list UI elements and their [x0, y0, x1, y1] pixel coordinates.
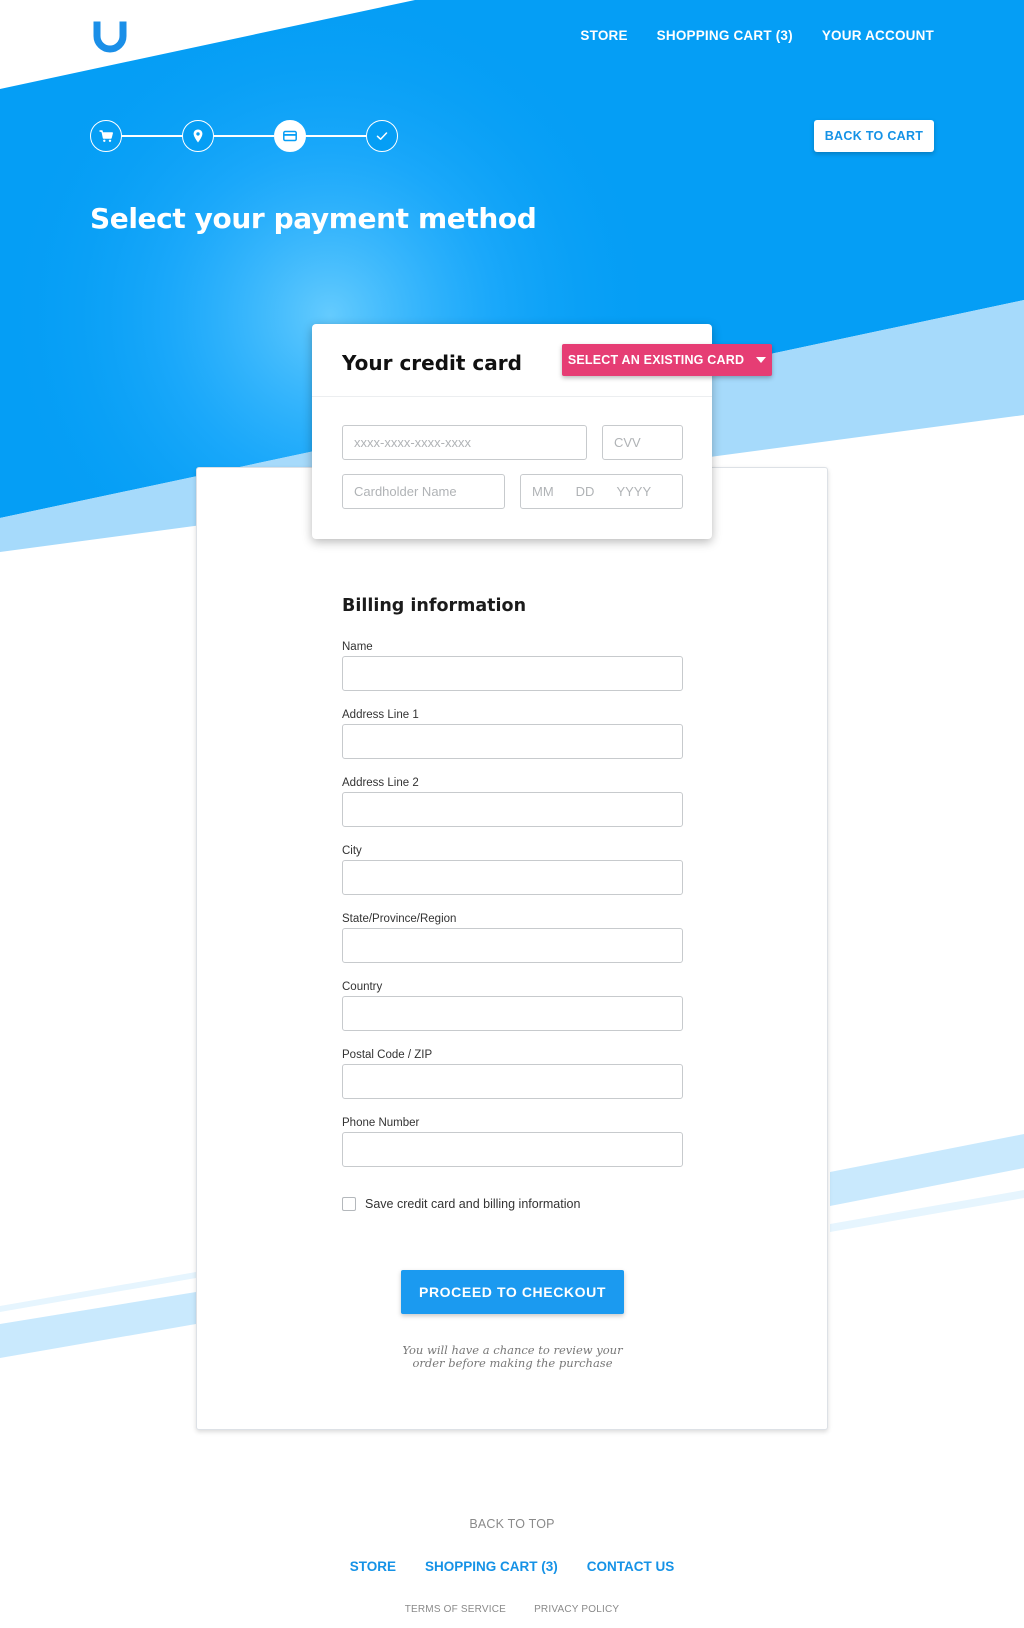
country-label: Country — [342, 981, 383, 993]
review-note: You will have a chance to review your or… — [402, 1343, 623, 1370]
billing-title: Billing information — [342, 596, 527, 616]
proceed-to-checkout-button[interactable]: PROCEED TO CHECKOUT — [401, 1270, 624, 1314]
checkmark-icon — [376, 132, 388, 140]
footer-legal: TERMS OF SERVICE PRIVACY POLICY — [0, 1604, 1024, 1615]
stepper-connector — [121, 135, 183, 137]
footer-store-link[interactable]: STORE — [350, 1559, 396, 1574]
address-line-2-input[interactable] — [342, 792, 683, 827]
footer-contact-us-link[interactable]: CONTACT US — [587, 1559, 675, 1574]
cvv-placeholder: CVV — [614, 435, 641, 450]
expiry-date-input[interactable]: MM DD YYYY — [520, 474, 683, 509]
caret-down-icon — [756, 357, 767, 363]
card-number-placeholder: xxxx-xxxx-xxxx-xxxx — [354, 435, 471, 450]
save-info-checkbox[interactable] — [342, 1197, 356, 1211]
terms-of-service-link[interactable]: TERMS OF SERVICE — [405, 1604, 506, 1615]
expiry-day-placeholder: DD — [575, 484, 595, 499]
phone-number-input[interactable] — [342, 1132, 683, 1167]
back-to-top-link[interactable]: BACK TO TOP — [0, 1517, 1024, 1531]
top-nav: STORE SHOPPING CART (3) YOUR ACCOUNT — [580, 28, 934, 43]
country-input[interactable] — [342, 996, 683, 1031]
save-info-label: Save credit card and billing information — [365, 1197, 581, 1211]
cart-icon — [99, 130, 113, 142]
name-input[interactable] — [342, 656, 683, 691]
stepper-connector — [305, 135, 366, 137]
state-label: State/Province/Region — [342, 913, 457, 925]
address-line-1-input[interactable] — [342, 724, 683, 759]
nav-store-link[interactable]: STORE — [580, 28, 627, 43]
address-line-1-label: Address Line 1 — [342, 709, 419, 721]
state-input[interactable] — [342, 928, 683, 963]
logo-icon[interactable] — [90, 20, 130, 54]
save-info-row[interactable]: Save credit card and billing information — [342, 1197, 580, 1211]
step-payment[interactable] — [274, 120, 306, 152]
footer-shopping-cart-link[interactable]: SHOPPING CART (3) — [425, 1559, 558, 1574]
name-label: Name — [342, 641, 373, 653]
privacy-policy-link[interactable]: PRIVACY POLICY — [534, 1604, 619, 1615]
expiry-month-placeholder: MM — [532, 484, 554, 499]
phone-number-label: Phone Number — [342, 1117, 420, 1129]
page-title: Select your payment method — [90, 202, 537, 235]
select-existing-card-button[interactable]: SELECT AN EXISTING CARD — [562, 344, 772, 376]
cardholder-placeholder: Cardholder Name — [354, 484, 457, 499]
step-cart[interactable] — [90, 120, 122, 152]
step-shipping[interactable] — [182, 120, 214, 152]
postal-code-label: Postal Code / ZIP — [342, 1049, 433, 1061]
location-pin-icon — [193, 129, 203, 143]
nav-shopping-cart-link[interactable]: SHOPPING CART (3) — [657, 28, 793, 43]
card-number-input[interactable]: xxxx-xxxx-xxxx-xxxx — [342, 425, 587, 460]
city-input[interactable] — [342, 860, 683, 895]
step-confirm[interactable] — [366, 120, 398, 152]
nav-your-account-link[interactable]: YOUR ACCOUNT — [822, 28, 934, 43]
expiry-year-placeholder: YYYY — [616, 484, 652, 499]
checkout-stepper — [90, 120, 398, 152]
address-line-2-label: Address Line 2 — [342, 777, 419, 789]
city-label: City — [342, 845, 362, 857]
cvv-input[interactable]: CVV — [602, 425, 683, 460]
cardholder-name-input[interactable]: Cardholder Name — [342, 474, 505, 509]
select-existing-card-label: SELECT AN EXISTING CARD — [567, 353, 745, 367]
stepper-connector — [214, 135, 274, 137]
back-to-cart-button[interactable]: BACK TO CART — [814, 120, 934, 152]
credit-card-title: Your credit card — [342, 351, 522, 375]
credit-card-icon — [283, 130, 297, 142]
postal-code-input[interactable] — [342, 1064, 683, 1099]
footer-nav: STORE SHOPPING CART (3) CONTACT US — [0, 1559, 1024, 1574]
